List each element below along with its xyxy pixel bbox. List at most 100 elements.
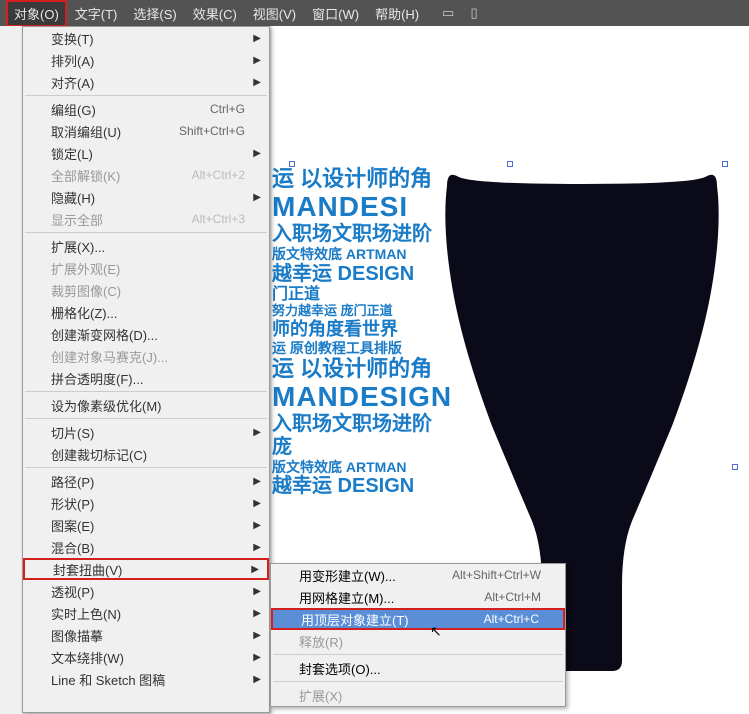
menu-shortcut: Ctrl+G <box>210 102 245 116</box>
menu-shortcut: Alt+Shift+Ctrl+W <box>452 568 541 582</box>
submenu-arrow-icon: ▶ <box>251 564 259 575</box>
menu-effect[interactable]: 效果(C) <box>185 0 245 27</box>
envelope-submenu-item-3: 释放(R) <box>271 630 565 652</box>
submenu-arrow-icon: ▶ <box>253 608 261 619</box>
object-menu-item-6[interactable]: 锁定(L)▶ <box>23 142 269 164</box>
object-menu-separator <box>25 232 267 233</box>
object-menu-item-4[interactable]: 编组(G)Ctrl+G <box>23 98 269 120</box>
menu-item-label: 图像描摹 <box>51 626 103 645</box>
submenu-arrow-icon: ▶ <box>253 148 261 159</box>
menu-item-label: 设为像素级优化(M) <box>51 396 162 415</box>
object-menu-item-9: 显示全部 Alt+Ctrl+3 <box>23 208 269 230</box>
object-menu-separator <box>25 418 267 419</box>
submenu-arrow-icon: ▶ <box>253 586 261 597</box>
envelope-submenu-separator <box>273 681 563 682</box>
object-menu-item-26[interactable]: 图案(E)▶ <box>23 514 269 536</box>
object-menu-item-11[interactable]: 扩展(X)... <box>23 235 269 257</box>
menubar-tools: ▭ ▯ <box>439 4 483 22</box>
object-menu-item-8[interactable]: 隐藏(H)▶ <box>23 186 269 208</box>
submenu-arrow-icon: ▶ <box>253 33 261 44</box>
envelope-submenu-item-2[interactable]: 用顶层对象建立(T)Alt+Ctrl+C <box>271 608 565 630</box>
design-line: 版文特效底 ARTMAN <box>272 246 457 262</box>
submenu-arrow-icon: ▶ <box>253 542 261 553</box>
object-menu-item-15[interactable]: 创建渐变网格(D)... <box>23 323 269 345</box>
envelope-submenu-item-1[interactable]: 用网格建立(M)...Alt+Ctrl+M <box>271 586 565 608</box>
envelope-submenu-item-0[interactable]: 用变形建立(W)...Alt+Shift+Ctrl+W <box>271 564 565 586</box>
design-line: MANDESI <box>272 191 457 223</box>
menu-item-label: 显示全部 <box>51 210 103 229</box>
menu-item-label: 文本绕排(W) <box>51 648 124 667</box>
submenu-arrow-icon: ▶ <box>253 498 261 509</box>
menu-item-label: 对齐(A) <box>51 73 94 92</box>
object-menu-item-24[interactable]: 路径(P)▶ <box>23 470 269 492</box>
design-line: 运 以设计师的角 <box>272 356 457 381</box>
object-menu-item-14[interactable]: 栅格化(Z)... <box>23 301 269 323</box>
envelope-distort-submenu: 用变形建立(W)...Alt+Shift+Ctrl+W用网格建立(M)...Al… <box>270 563 566 707</box>
menu-item-label: 排列(A) <box>51 51 94 70</box>
menu-item-label: 封套扭曲(V) <box>53 560 122 579</box>
layout-icon[interactable]: ▭ <box>439 4 457 22</box>
object-menu-item-16: 创建对象马赛克(J)... <box>23 345 269 367</box>
menu-item-label: 封套选项(O)... <box>299 659 381 678</box>
envelope-submenu-separator <box>273 654 563 655</box>
object-menu-item-28[interactable]: 封套扭曲(V) ▶ <box>23 558 269 580</box>
menu-item-label: 创建对象马赛克(J)... <box>51 347 168 366</box>
menu-item-label: 混合(B) <box>51 538 94 557</box>
layout2-icon[interactable]: ▯ <box>465 4 483 22</box>
menu-item-label: 裁剪图像(C) <box>51 281 121 300</box>
menu-item-label: 创建渐变网格(D)... <box>51 325 158 344</box>
object-menu-item-34[interactable] <box>23 690 269 712</box>
envelope-submenu-item-5[interactable]: 封套选项(O)... <box>271 657 565 679</box>
design-line: 入职场文职场进阶 庞 <box>272 413 457 459</box>
object-menu-item-21[interactable]: 切片(S)▶ <box>23 421 269 443</box>
object-menu-separator <box>25 391 267 392</box>
design-line: 运 以设计师的角 <box>272 166 457 191</box>
object-menu-item-7: 全部解锁(K)Alt+Ctrl+2 <box>23 164 269 186</box>
design-text-block[interactable]: 运 以设计师的角 MANDESI 入职场文职场进阶 版文特效底 ARTMAN 越… <box>272 166 457 498</box>
object-menu-item-29[interactable]: 透视(P) ▶ <box>23 580 269 602</box>
menu-object[interactable]: 对象(O) <box>6 0 67 27</box>
menu-view[interactable]: 视图(V) <box>245 0 304 27</box>
menu-item-label: 释放(R) <box>299 632 343 651</box>
object-menu-item-19[interactable]: 设为像素级优化(M) <box>23 394 269 416</box>
envelope-submenu-item-7: 扩展(X) <box>271 684 565 706</box>
menu-window[interactable]: 窗口(W) <box>304 0 367 27</box>
object-menu-item-31[interactable]: 图像描摹▶ <box>23 624 269 646</box>
design-line: MANDESIGN <box>272 381 457 413</box>
object-menu-item-1[interactable]: 排列(A) ▶ <box>23 49 269 71</box>
object-menu-item-30[interactable]: 实时上色(N) ▶ <box>23 602 269 624</box>
menu-item-label: 创建裁切标记(C) <box>51 445 147 464</box>
submenu-arrow-icon: ▶ <box>253 77 261 88</box>
object-menu-item-5[interactable]: 取消编组(U) Shift+Ctrl+G <box>23 120 269 142</box>
menu-shortcut: Shift+Ctrl+G <box>179 124 245 138</box>
menu-item-label: 形状(P) <box>51 494 94 513</box>
menu-help[interactable]: 帮助(H) <box>367 0 427 27</box>
object-menu-separator <box>25 467 267 468</box>
menu-shortcut: Alt+Ctrl+2 <box>192 168 245 182</box>
menu-item-label: 拼合透明度(F)... <box>51 369 143 388</box>
menu-item-label: Line 和 Sketch 图稿 <box>51 670 165 689</box>
menu-item-label: 切片(S) <box>51 423 94 442</box>
menu-item-label: 取消编组(U) <box>51 122 121 141</box>
object-menu-item-2[interactable]: 对齐(A) ▶ <box>23 71 269 93</box>
menu-item-label: 扩展外观(E) <box>51 259 120 278</box>
object-menu-item-25[interactable]: 形状(P) ▶ <box>23 492 269 514</box>
menu-shortcut: Alt+Ctrl+3 <box>192 212 245 226</box>
object-menu-item-0[interactable]: 变换(T)▶ <box>23 27 269 49</box>
object-menu-item-33[interactable]: Line 和 Sketch 图稿▶ <box>23 668 269 690</box>
submenu-arrow-icon: ▶ <box>253 652 261 663</box>
menu-select[interactable]: 选择(S) <box>125 0 184 27</box>
object-menu-item-17[interactable]: 拼合透明度(F)... <box>23 367 269 389</box>
submenu-arrow-icon: ▶ <box>253 55 261 66</box>
menu-item-label: 图案(E) <box>51 516 94 535</box>
menu-item-label: 路径(P) <box>51 472 94 491</box>
object-menu-item-32[interactable]: 文本绕排(W) ▶ <box>23 646 269 668</box>
object-menu-item-27[interactable]: 混合(B) ▶ <box>23 536 269 558</box>
menu-item-label: 扩展(X) <box>299 686 342 705</box>
menu-item-label: 实时上色(N) <box>51 604 121 623</box>
menu-item-label: 透视(P) <box>51 582 94 601</box>
design-line: 努力越幸运 庞门正道 <box>272 304 457 319</box>
menu-type[interactable]: 文字(T) <box>67 0 126 27</box>
object-menu-dropdown: 变换(T)▶ 排列(A) ▶ 对齐(A) ▶ 编组(G)Ctrl+G 取消编组(U) Shif… <box>22 26 270 713</box>
object-menu-item-22[interactable]: 创建裁切标记(C) <box>23 443 269 465</box>
